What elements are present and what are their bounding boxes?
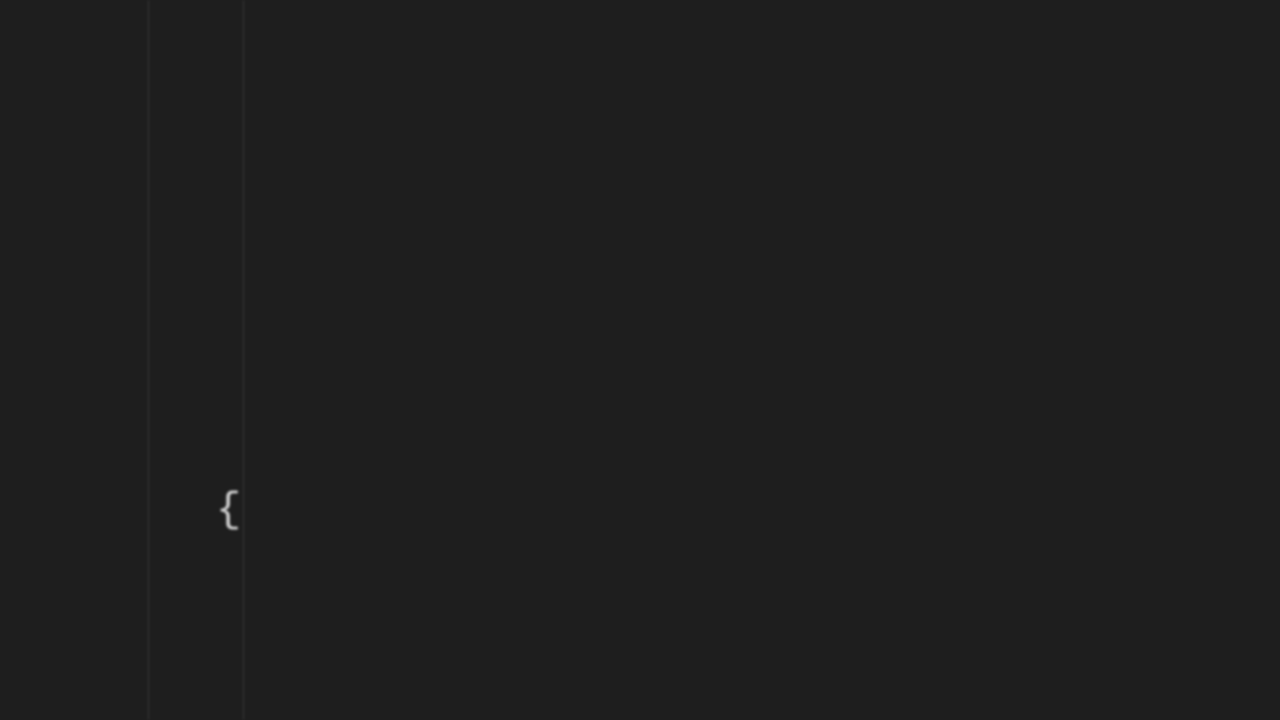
code-editor[interactable]: * { margin: 0; padding: 0; box-sizing: b… (0, 0, 1280, 720)
css-selector: * (150, 0, 176, 14)
code-area[interactable]: * { margin: 0; padding: 0; box-sizing: b… (30, 0, 1280, 720)
indent-guide (243, 0, 244, 720)
editor-gutter (0, 0, 30, 720)
indent-guide (148, 0, 149, 720)
open-brace: { (216, 486, 242, 534)
code-line: { (120, 480, 1280, 540)
